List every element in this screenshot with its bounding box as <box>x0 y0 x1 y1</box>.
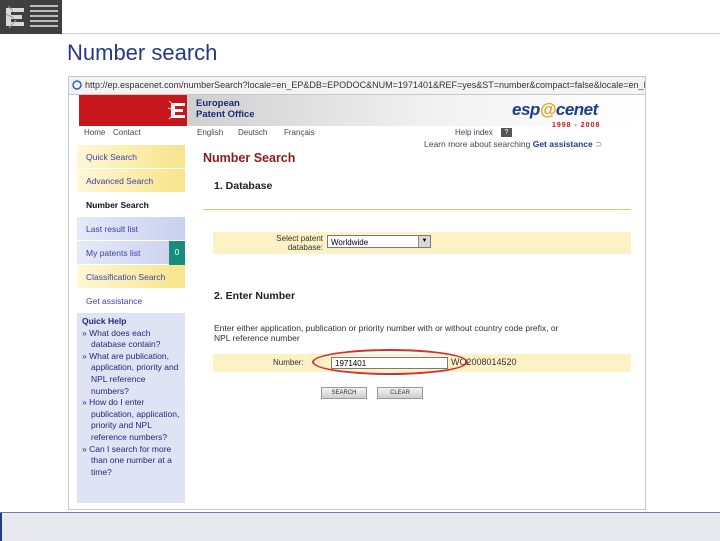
my-patents-count-badge: 0 <box>169 241 185 265</box>
clear-button[interactable]: CLEAR <box>377 387 423 399</box>
highlight-ellipse <box>312 349 468 375</box>
sidebar-item-get-assistance[interactable]: Get assistance <box>77 289 185 313</box>
sidebar-item-last-result-list[interactable]: Last result list <box>77 217 185 241</box>
quick-help-q3[interactable]: » How do I enter publication, applicatio… <box>82 397 180 443</box>
search-button[interactable]: SEARCH <box>321 387 367 399</box>
browser-page-icon <box>72 80 82 90</box>
quick-help-q1[interactable]: » What does each database contain? <box>82 328 180 351</box>
sidebar-item-number-search[interactable]: Number Search <box>77 193 185 217</box>
address-url: http://ep.espacenet.com/numberSearch?loc… <box>85 80 645 90</box>
epo-name: European Patent Office <box>196 98 255 120</box>
learn-arrow-icon: ⊃ <box>595 139 603 149</box>
quick-help-q4[interactable]: » Can I search for more than one number … <box>82 444 180 479</box>
page-title: Number Search <box>203 151 296 165</box>
section-divider <box>203 209 631 210</box>
espacenet-logo: esp@cenet <box>512 100 598 120</box>
espacenet-banner: European Patent Office esp@cenet 1998 - … <box>69 95 645 129</box>
logo-text-lines <box>30 5 58 30</box>
database-selected-value: Worldwide <box>331 238 369 247</box>
sidebar: Quick Search Advanced Search Number Sear… <box>77 145 185 313</box>
epo-name-line1: European <box>196 98 240 109</box>
epo-name-line2: Patent Office <box>196 109 255 120</box>
nav-francais[interactable]: Français <box>284 128 315 137</box>
slide-title: Number search <box>67 40 218 65</box>
database-label: Select patent database: <box>276 234 323 252</box>
sidebar-item-advanced-search[interactable]: Advanced Search <box>77 169 185 193</box>
sidebar-item-quick-search[interactable]: Quick Search <box>77 145 185 169</box>
browser-screenshot: http://ep.espacenet.com/numberSearch?loc… <box>68 76 646 510</box>
section-database-heading: 1. Database <box>214 180 273 192</box>
epo-star-icon <box>5 5 24 29</box>
chevron-down-icon[interactable]: ▼ <box>418 236 430 247</box>
brand-at: @ <box>539 100 557 119</box>
slide-footer <box>0 512 720 541</box>
nav-help-index[interactable]: Help index <box>455 128 493 137</box>
footer-accent <box>0 513 2 541</box>
learn-text: Learn more about searching <box>424 139 531 149</box>
number-label: Number: <box>273 358 304 367</box>
database-row: Select patent database: Worldwide ▼ <box>213 232 631 254</box>
top-rule <box>62 33 720 34</box>
learn-more[interactable]: Learn more about searching Get assistanc… <box>424 139 602 150</box>
address-bar[interactable]: http://ep.espacenet.com/numberSearch?loc… <box>69 77 645 95</box>
brand-post: cenet <box>555 100 598 119</box>
quick-help-panel: Quick Help » What does each database con… <box>77 313 185 503</box>
epo-logo-icon <box>167 100 185 120</box>
brand-pre: esp <box>512 100 540 119</box>
help-question-icon[interactable]: ? <box>501 128 512 137</box>
get-assistance-link[interactable]: Get assistance <box>533 139 593 149</box>
sidebar-item-classification-search[interactable]: Classification Search <box>77 265 185 289</box>
database-select[interactable]: Worldwide ▼ <box>327 235 431 248</box>
nav-home[interactable]: Home <box>84 128 105 137</box>
nav-english[interactable]: English <box>197 128 223 137</box>
nav-deutsch[interactable]: Deutsch <box>238 128 267 137</box>
epo-logo <box>0 0 62 34</box>
number-instructions: Enter either application, publication or… <box>214 323 559 343</box>
nav-contact[interactable]: Contact <box>113 128 141 137</box>
quick-help-q2[interactable]: » What are publication, application, pri… <box>82 351 180 397</box>
sidebar-item-my-patents-list[interactable]: My patents list 0 <box>77 241 185 265</box>
section-enter-number-heading: 2. Enter Number <box>214 290 296 302</box>
quick-help-title: Quick Help <box>82 316 127 326</box>
my-patents-label: My patents list <box>86 248 141 258</box>
